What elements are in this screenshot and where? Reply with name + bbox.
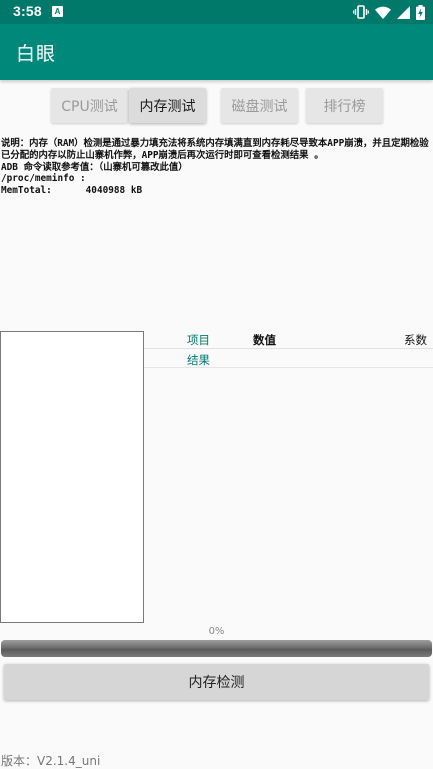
signal-icon [397, 5, 410, 19]
tab-bar: CPU测试 内存测试 磁盘测试 排行榜 [0, 88, 433, 124]
progress-percent: 0% [208, 626, 225, 637]
progress-bar [1, 640, 432, 657]
mem-total: MemTotal: 4040988 kB [1, 185, 143, 197]
status-bar: 3:58 A [0, 0, 433, 24]
result-table-header: 项目 数值 系数 [144, 330, 433, 349]
battery-charging-icon [416, 4, 425, 20]
vibrate-icon [353, 5, 369, 19]
notification-app-icon: A [52, 6, 63, 17]
app-title: 白眼 [16, 43, 57, 65]
adb-reference-label: ADB 命令读取参考值：（山寨机可篡改此值） [1, 161, 188, 173]
memory-detect-button[interactable]: 内存检测 [4, 664, 429, 700]
tab-cpu-test[interactable]: CPU测试 [51, 88, 128, 123]
app-bar: 白眼 [0, 24, 433, 80]
wifi-icon [375, 6, 391, 19]
version-label: 版本：V2.1.4_uni [1, 754, 101, 768]
description-text: 说明：内存（RAM）检测是通过暴力填充法将系统内存填满直到内存耗尽导致本APP崩… [1, 138, 429, 161]
tab-disk-test[interactable]: 磁盘测试 [221, 88, 298, 123]
column-item: 项目 [187, 333, 210, 347]
column-value: 数值 [253, 333, 276, 347]
memory-test-description: 说明：内存（RAM）检测是通过暴力填充法将系统内存填满直到内存耗尽导致本APP崩… [1, 138, 432, 197]
table-row: 结果 [144, 350, 433, 368]
tab-ranking[interactable]: 排行榜 [306, 88, 383, 123]
column-coefficient: 系数 [404, 333, 427, 347]
result-label: 结果 [187, 353, 210, 367]
status-icons [353, 4, 425, 20]
tab-memory-test[interactable]: 内存测试 [129, 88, 206, 123]
graph-panel [0, 331, 144, 623]
status-time: 3:58 [13, 3, 42, 19]
meminfo-path: /proc/meminfo : [1, 173, 86, 185]
